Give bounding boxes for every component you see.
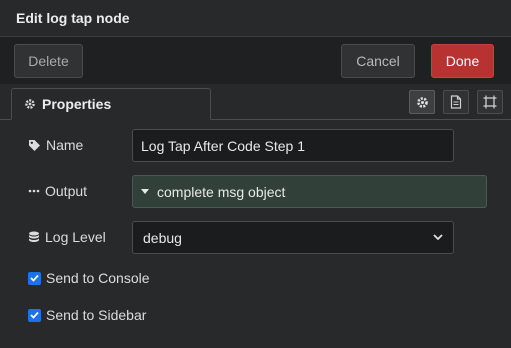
send-to-console-label: Send to Console [46,270,150,286]
output-label-text: Output [45,183,88,199]
send-to-console-row: Send to Console [28,270,150,286]
gear-icon [416,96,428,108]
log-level-row: Log Level debug [0,221,511,254]
chevron-down-icon [433,234,443,241]
checkmark-icon [30,311,39,319]
name-label-text: Name [46,137,84,153]
frame-icon [483,95,497,109]
output-value: complete msg object [157,183,286,200]
done-button[interactable]: Done [431,44,494,78]
gear-icon [25,99,35,109]
database-icon [29,231,39,242]
tab-properties[interactable]: Properties [11,88,211,120]
log-level-select[interactable]: debug [132,221,454,254]
name-row: Name Log Tap After Code Step 1 [0,129,511,162]
tag-icon [29,139,40,151]
tab-appearance[interactable] [477,90,503,114]
name-label: Name [28,137,83,153]
tab-bar: Properties [0,84,511,120]
send-to-sidebar-checkbox[interactable] [28,308,41,322]
log-level-label: Log Level [28,229,106,245]
dialog-title: Edit log tap node [16,10,130,26]
tab-description[interactable] [443,90,469,114]
output-row: Output complete msg object [0,175,511,208]
name-input[interactable]: Log Tap After Code Step 1 [132,129,454,162]
ellipsis-icon [28,189,40,193]
cancel-button[interactable]: Cancel [341,44,415,78]
output-typed-input[interactable]: complete msg object [132,175,487,208]
send-to-sidebar-row: Send to Sidebar [28,307,146,323]
dialog-button-bar: Delete Cancel Done [0,36,511,84]
log-level-label-text: Log Level [45,229,106,245]
output-label: Output [28,183,87,199]
delete-button[interactable]: Delete [14,44,83,78]
checkmark-icon [30,274,39,282]
tab-properties-label: Properties [42,96,112,112]
send-to-console-checkbox[interactable] [28,271,41,285]
dialog-titlebar: Edit log tap node [0,0,511,36]
send-to-sidebar-label: Send to Sidebar [46,307,147,323]
tab-settings[interactable] [409,90,435,114]
caret-down-icon [141,189,149,194]
properties-panel: Name Log Tap After Code Step 1 Output co… [0,120,511,348]
document-icon [450,95,462,109]
log-level-value: debug [143,229,182,246]
